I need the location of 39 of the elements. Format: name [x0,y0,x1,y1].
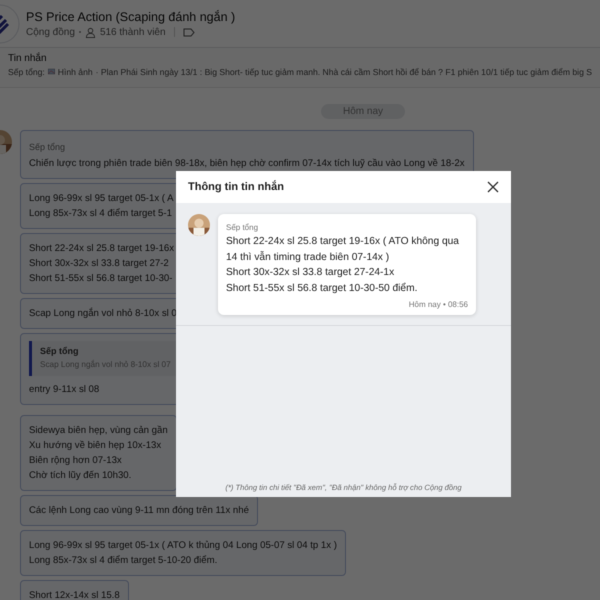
group-type: Cộng đồng [26,26,75,38]
member-count[interactable]: 516 thành viên [100,26,166,38]
message-text: Short 30x-32x sl 33.8 target 27-24-1x [226,266,396,280]
sender-name: Sếp tổng [29,141,66,154]
pinned-label: Tin nhắn [8,53,48,64]
close-icon[interactable] [487,181,499,193]
message-text: Long 96-99x sl 95 target 05-1x ( ATO k thủng 04 Long 05-07 sl 04 tp 1x ) [29,539,337,553]
message-text: Chiến lược trong phiên trade biên 98-18x, biên hẹp chờ confirm 07-14x tích luỹ cầu vào Long về 18-2x [29,157,465,171]
pinned-preview: · Plan Phái Sinh ngày 13/1 : Big Short- tiếp tuc giảm manh. Nhà cái cầm Short hồi để bán ? F1 phiên 10/1 tiếp tuc giảm điểm big S [96,66,592,76]
message-text: Short 51-55x sl 56.8 target 10-30-50 điểm. [226,282,418,296]
message-text: Biên rộng hơn 07-13x [29,454,123,468]
pinned-attachment: Hình ảnh [58,66,93,76]
message-text: Chờ tích lũy đến 10h30. [29,469,132,483]
group-title: PS Price Action (Scaping đánh ngắn ) [26,10,236,24]
message-text: Sidewya biên hẹp, vùng cản gần [29,424,168,438]
separator-dot [78,31,81,33]
pinned-sender: Sếp tổng: [8,66,45,76]
message-text: Long 85x-73x sl 4 điểm target 5-10-20 điểm. [29,554,218,568]
message-text: Short 30x-32x sl 33.8 target 27-2 [29,257,170,271]
message-text: Short 22-24x sl 25.8 target 19-16x [29,242,174,256]
message-text: Short 51-55x sl 56.8 target 10-30- [29,272,174,286]
dialog-title: Thông tin tin nhắn [188,181,284,193]
message-bubble[interactable]: Các lệnh Long cao vùng 9-11 mn đóng trên 11x nhé [20,495,258,526]
message-bubble[interactable]: Sidewya biên hẹp, vùng cản gần Xu hướng về biên hẹp 10x-13x Biên rộng hơn 07-13x Chờ tích lũy đến 10h30. [20,415,177,491]
sender-name: Sếp tổng [226,222,260,234]
message-text: entry 9-11x sl 08 [29,383,100,397]
message-text: Xu hướng về biên hẹp 10x-13x [29,439,162,453]
image-icon [48,66,55,77]
person-icon [84,26,96,38]
quote-sender: Sếp tổng [40,345,80,358]
message-bubble[interactable]: Short 12x-14x sl 15.8 [20,580,129,600]
tag-icon[interactable] [182,28,195,36]
message-text: Long 85x-73x sl 4 điểm target 5-1 [29,207,173,221]
message-text: Short 22-24x sl 25.8 target 19-16x ( ATO không qua 14 thì vẫn timing trade biên 07-14x ) [226,235,460,264]
message-text: Short 12x-14x sl 15.8 [29,589,120,600]
message-bubble[interactable]: Long 96-99x sl 95 target 05-1x ( ATO k thủng 04 Long 05-07 sl 04 tp 1x ) Long 85x-73x sl 4 điểm target 5-10-20 điểm. [20,530,346,576]
message-text: Long 96-99x sl 95 target 05-1x ( A [29,192,174,206]
message-text: Các lệnh Long cao vùng 9-11 mn đóng trên 11x nhé [29,504,249,518]
message-time: Hôm nay • 08:56 [408,300,468,309]
